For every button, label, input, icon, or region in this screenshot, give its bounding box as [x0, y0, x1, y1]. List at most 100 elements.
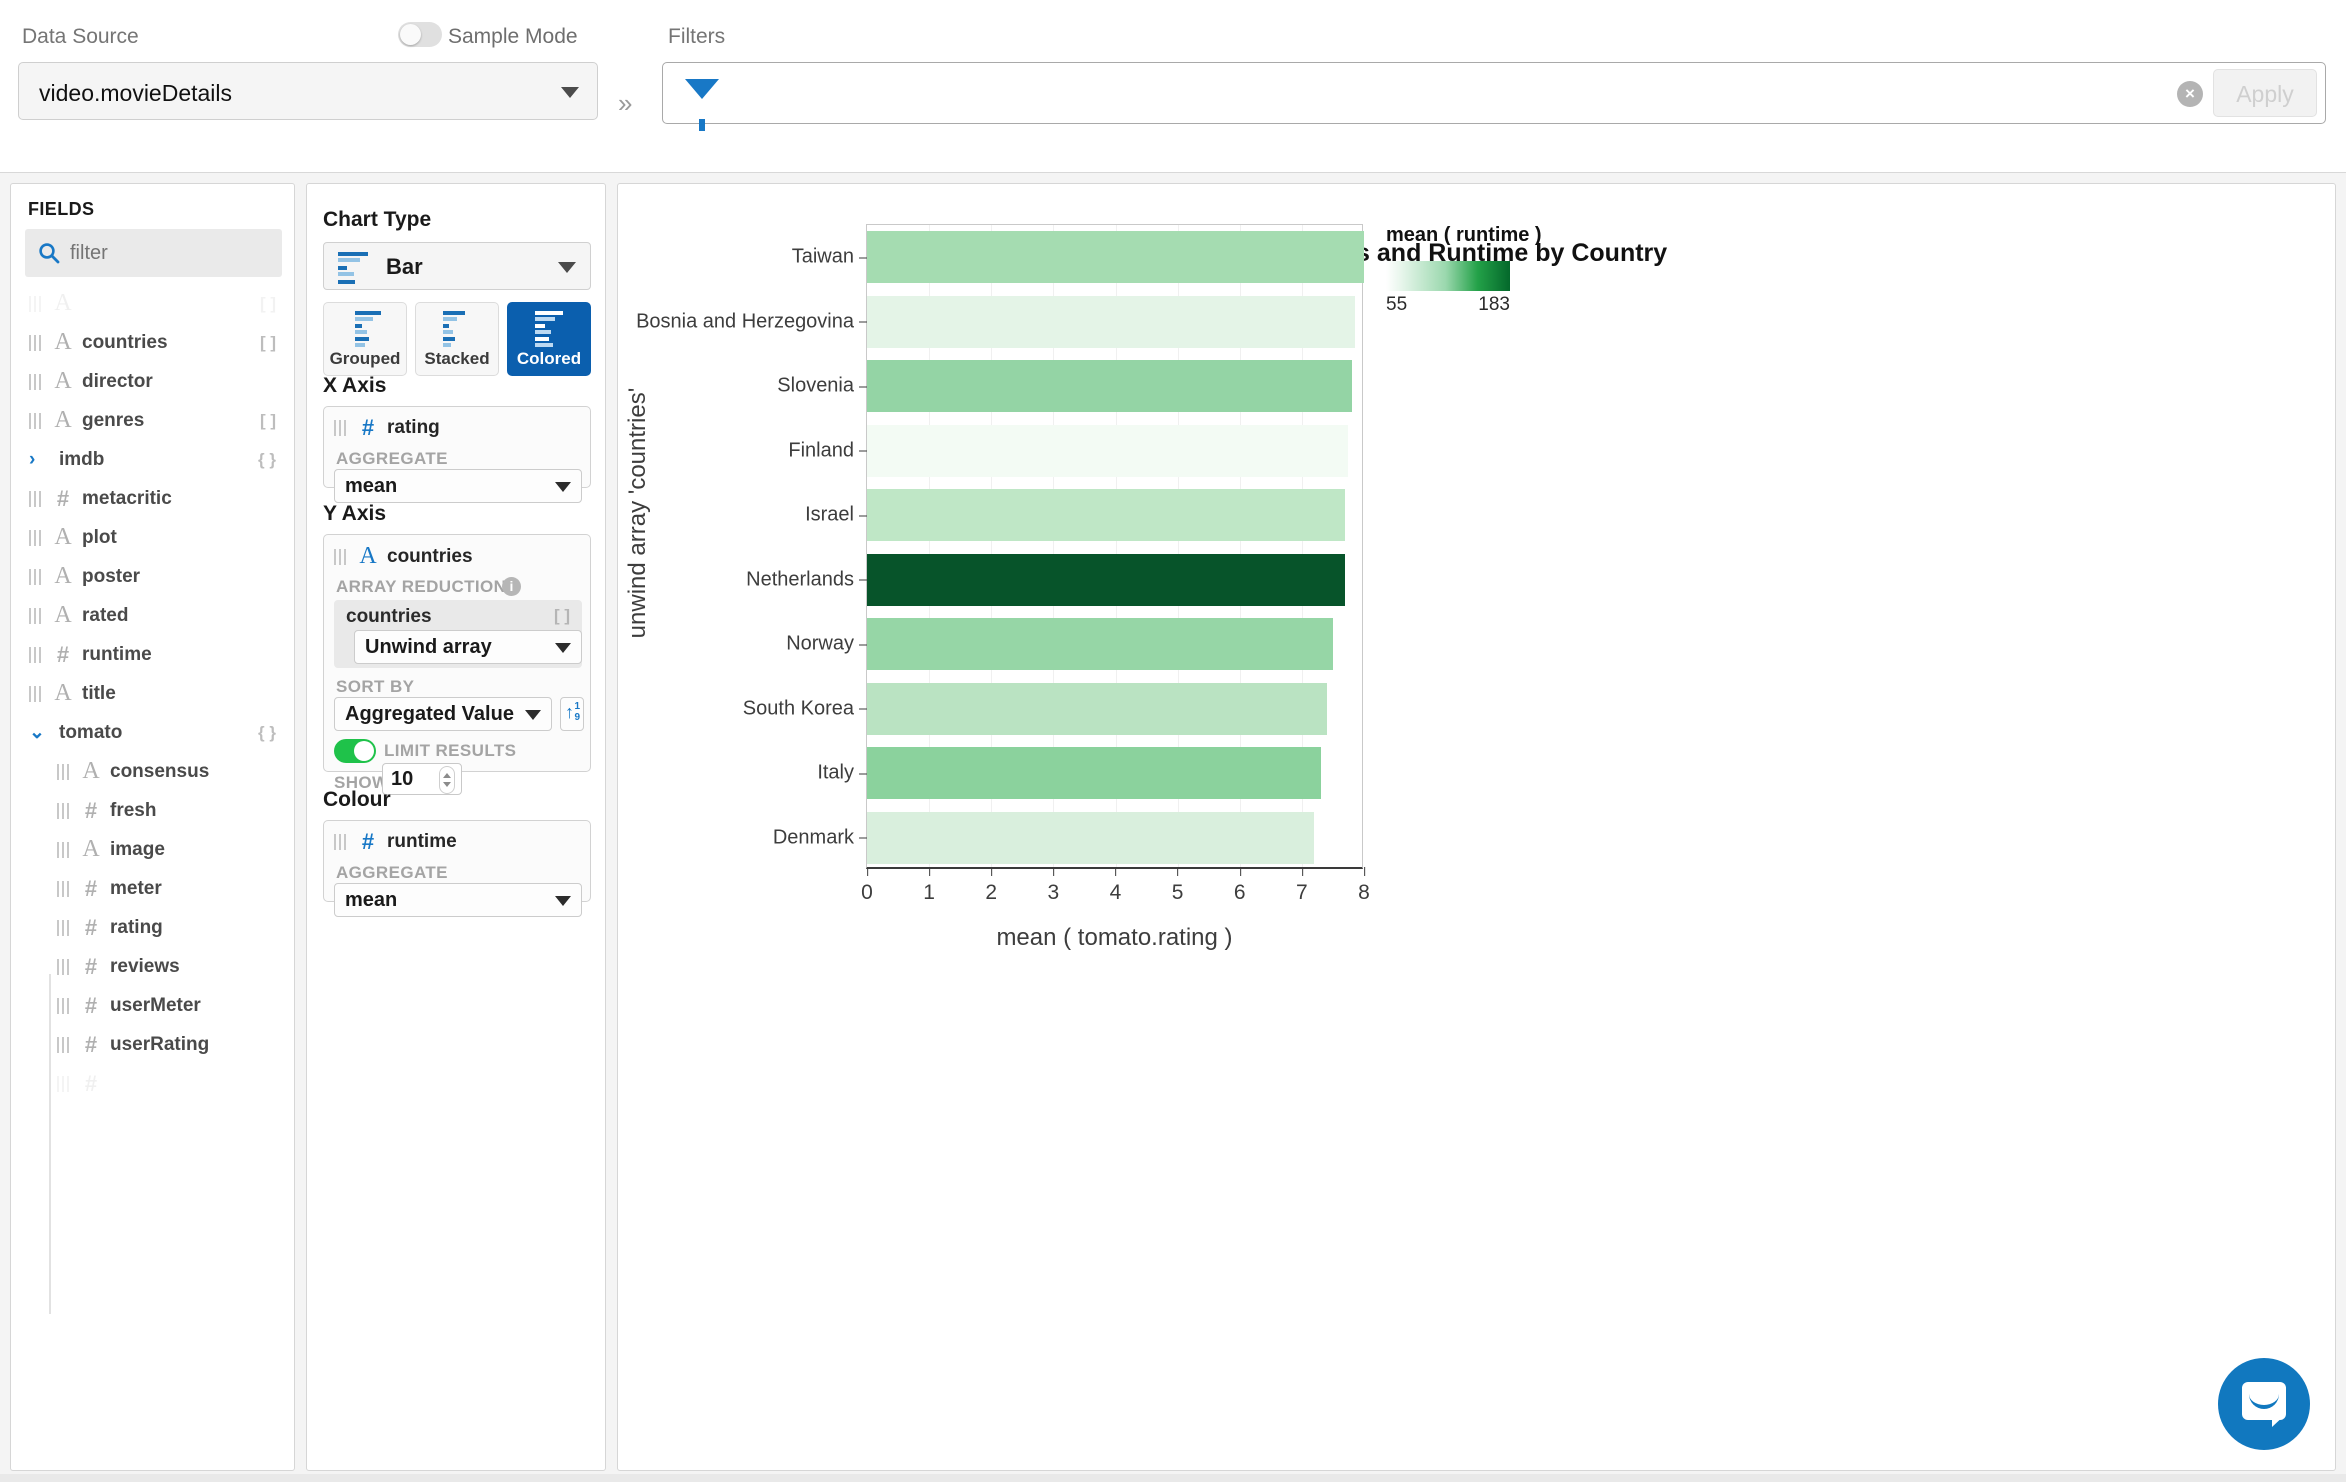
drag-handle-icon[interactable] — [29, 373, 41, 390]
show-count-input[interactable] — [391, 767, 435, 791]
drag-handle-icon[interactable] — [29, 334, 41, 351]
colour-legend: mean ( runtime ) 55 183 — [1386, 224, 1542, 318]
filter-input-area[interactable]: × Apply — [662, 62, 2326, 131]
bar[interactable] — [867, 811, 1315, 864]
sample-mode-toggle-knob — [400, 24, 421, 45]
field-row[interactable]: Aposter — [11, 557, 294, 596]
field-row[interactable]: # meter — [11, 869, 294, 908]
drag-handle-icon[interactable] — [57, 997, 69, 1014]
field-row[interactable]: Aconsensus — [11, 752, 294, 791]
colour-card[interactable]: # runtime AGGREGATE mean — [323, 820, 591, 917]
field-row[interactable]: Aimage — [11, 830, 294, 869]
field-row[interactable]: # reviews — [11, 947, 294, 986]
field-name: userMeter — [110, 994, 201, 1016]
drag-handle-icon[interactable] — [57, 841, 69, 858]
data-source-select[interactable]: video.movieDetails — [18, 62, 598, 120]
drag-handle-icon[interactable] — [29, 646, 41, 663]
sample-mode-toggle[interactable] — [398, 22, 442, 47]
field-row[interactable]: › imdb { } — [11, 440, 294, 479]
chevron-right-icon[interactable]: › — [29, 449, 53, 471]
chart-variant-colored-button[interactable]: Colored — [507, 302, 591, 376]
field-row[interactable]: # rating — [11, 908, 294, 947]
drag-handle-icon[interactable] — [29, 685, 41, 702]
chart-variant-stacked-button[interactable]: Stacked — [415, 302, 499, 376]
bar[interactable] — [867, 424, 1349, 477]
x-axis-card[interactable]: # rating AGGREGATE mean — [323, 406, 591, 503]
drag-handle-icon[interactable] — [29, 412, 41, 429]
field-row[interactable]: Atitle — [11, 674, 294, 713]
bar[interactable] — [867, 489, 1346, 542]
drag-handle-icon[interactable] — [57, 763, 69, 780]
x-aggregate-select[interactable]: mean — [334, 469, 582, 503]
apply-button[interactable]: Apply — [2213, 69, 2317, 117]
chart-config-panel: Chart Type Bar Grouped Stacked Colored X A… — [306, 183, 606, 1471]
drag-handle-icon[interactable] — [334, 834, 346, 850]
colour-aggregate-select[interactable]: mean — [334, 883, 582, 917]
chart-variant-group[interactable]: Grouped Stacked Colored — [323, 302, 591, 376]
sort-direction-button[interactable]: ↑ 19 — [560, 697, 584, 731]
field-row[interactable]: # — [11, 1064, 294, 1103]
field-row[interactable]: Aplot — [11, 518, 294, 557]
chart-panel: Average Movie Ratings and Runtime by Cou… — [617, 183, 2336, 1471]
field-row[interactable]: # userMeter — [11, 986, 294, 1025]
y-axis-field[interactable]: A countries — [334, 543, 473, 570]
string-type-icon: A — [54, 329, 72, 355]
field-row[interactable]: A [ ] — [11, 284, 294, 323]
array-reduction-select[interactable]: Unwind array — [354, 630, 582, 664]
chevron-down-icon[interactable]: ⌄ — [29, 721, 53, 744]
field-row[interactable]: Arated — [11, 596, 294, 635]
info-icon[interactable]: i — [502, 577, 521, 596]
drag-handle-icon[interactable] — [57, 958, 69, 975]
bar[interactable] — [867, 360, 1352, 413]
chart-type-select[interactable]: Bar — [323, 242, 591, 290]
colour-field[interactable]: # runtime — [334, 829, 457, 855]
show-count-stepper[interactable] — [382, 763, 462, 795]
drag-handle-icon[interactable] — [334, 548, 346, 565]
drag-handle-icon[interactable] — [57, 1075, 69, 1092]
field-row[interactable]: # fresh — [11, 791, 294, 830]
drag-handle-icon[interactable] — [57, 919, 69, 936]
field-filter-input[interactable] — [70, 240, 270, 266]
field-name: fresh — [110, 799, 157, 821]
bar[interactable] — [867, 747, 1321, 800]
x-axis-tick-label: 7 — [1296, 867, 1308, 905]
field-row[interactable]: Adirector — [11, 362, 294, 401]
sort-by-select[interactable]: Aggregated Value — [334, 697, 552, 731]
drag-handle-icon[interactable] — [57, 1036, 69, 1053]
field-row[interactable]: ⌄ tomato { } — [11, 713, 294, 752]
field-row[interactable]: # userRating — [11, 1025, 294, 1064]
expand-panel-icon[interactable]: » — [618, 90, 632, 116]
field-filter-box[interactable] — [25, 229, 282, 277]
array-reduction-field-name: countries — [346, 606, 432, 627]
chat-bubble-icon[interactable] — [2218, 1358, 2310, 1450]
sample-mode-label: Sample Mode — [448, 25, 578, 48]
drag-handle-icon[interactable] — [29, 607, 41, 624]
number-type-icon: # — [361, 415, 375, 440]
field-row[interactable]: Acountries [ ] — [11, 323, 294, 362]
drag-handle-icon[interactable] — [57, 880, 69, 897]
field-row[interactable]: # metacritic — [11, 479, 294, 518]
clear-filter-icon[interactable]: × — [2177, 81, 2203, 107]
drag-handle-icon[interactable] — [334, 420, 346, 436]
field-row[interactable]: # runtime — [11, 635, 294, 674]
x-axis-label: mean ( tomato.rating ) — [996, 924, 1233, 951]
drag-handle-icon[interactable] — [29, 568, 41, 585]
chart-variant-grouped-button[interactable]: Grouped — [323, 302, 407, 376]
limit-results-toggle[interactable] — [334, 739, 376, 763]
drag-handle-icon[interactable] — [57, 802, 69, 819]
drag-handle-icon[interactable] — [29, 490, 41, 507]
bar[interactable] — [867, 553, 1346, 606]
x-axis-field[interactable]: # rating — [334, 415, 440, 441]
drag-handle-icon[interactable] — [29, 529, 41, 546]
stepper-arrows-icon[interactable] — [439, 766, 455, 794]
bar[interactable] — [867, 295, 1355, 348]
y-axis-card[interactable]: A countries ARRAY REDUCTIONS i countries… — [323, 534, 591, 795]
bar[interactable] — [867, 618, 1333, 671]
bar[interactable] — [867, 682, 1327, 735]
chart-variant-label: Grouped — [329, 349, 401, 368]
colour-legend-gradient — [1386, 261, 1510, 291]
field-row[interactable]: Agenres [ ] — [11, 401, 294, 440]
field-list[interactable]: A[ ] Acountries[ ] Adirector Agenres[ ] › imd… — [11, 284, 294, 1470]
bar[interactable] — [867, 231, 1364, 284]
drag-handle-icon[interactable] — [29, 295, 41, 312]
